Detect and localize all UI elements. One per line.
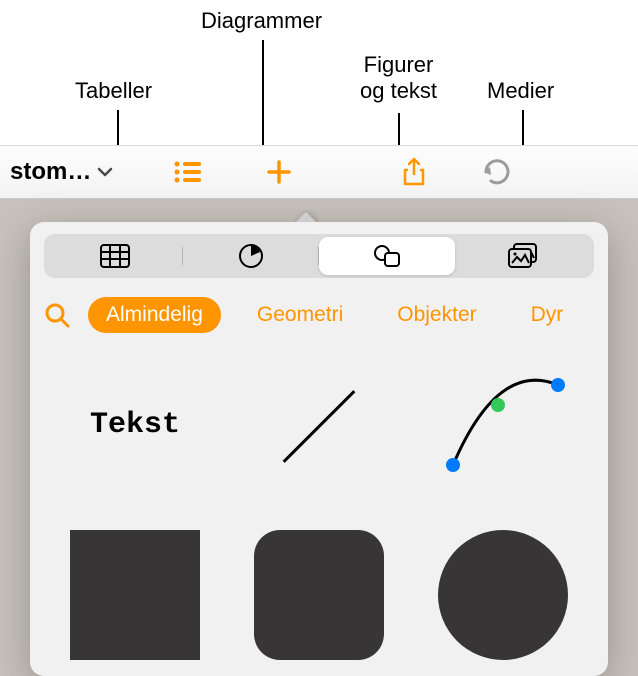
category-basic[interactable]: Almindelig: [88, 297, 221, 333]
shapes-row-2: [60, 530, 578, 660]
shape-line[interactable]: [244, 360, 394, 490]
square-icon: [70, 530, 200, 660]
shape-categories: Almindelig Geometri Objekter Dyr: [30, 290, 608, 340]
shape-curve[interactable]: [428, 360, 578, 490]
shape-circle[interactable]: [428, 530, 578, 660]
shape-rounded-square[interactable]: [244, 530, 394, 660]
category-animals[interactable]: Dyr: [513, 297, 582, 333]
curve-icon: [438, 370, 568, 480]
callout-shapes: Figurer og tekst: [360, 52, 437, 104]
share-button[interactable]: [402, 157, 426, 187]
shape-square[interactable]: [60, 530, 210, 660]
insert-popover: Almindelig Geometri Objekter Dyr Tekst: [30, 222, 608, 676]
shapes-icon: [372, 243, 402, 269]
media-icon: [507, 243, 539, 269]
callout-tables: Tabeller: [75, 78, 152, 104]
shapes-grid: Tekst: [30, 340, 608, 676]
tab-charts[interactable]: [183, 237, 319, 275]
insert-type-tabs: [44, 234, 594, 278]
document-menu-button[interactable]: [97, 167, 113, 177]
text-shape-label: Tekst: [90, 408, 180, 442]
tab-shapes[interactable]: [319, 237, 455, 275]
table-icon: [100, 244, 130, 268]
category-objects[interactable]: Objekter: [379, 297, 494, 333]
outline-button[interactable]: [173, 160, 203, 184]
category-geometry[interactable]: Geometri: [239, 297, 361, 333]
tab-media[interactable]: [455, 237, 591, 275]
chart-icon: [238, 243, 264, 269]
shapes-row-1: Tekst: [60, 360, 578, 490]
insert-button[interactable]: [266, 159, 292, 185]
circle-icon: [438, 530, 568, 660]
undo-button[interactable]: [481, 159, 511, 185]
search-icon: [44, 302, 70, 328]
shape-text[interactable]: Tekst: [60, 360, 210, 490]
main-toolbar: stom…: [0, 145, 638, 199]
document-title: stom…: [10, 158, 91, 186]
tab-tables[interactable]: [47, 237, 183, 275]
callout-charts: Diagrammer: [201, 8, 322, 34]
callout-media: Medier: [487, 78, 554, 104]
line-icon: [259, 365, 379, 485]
search-button[interactable]: [44, 302, 70, 328]
rounded-square-icon: [254, 530, 384, 660]
